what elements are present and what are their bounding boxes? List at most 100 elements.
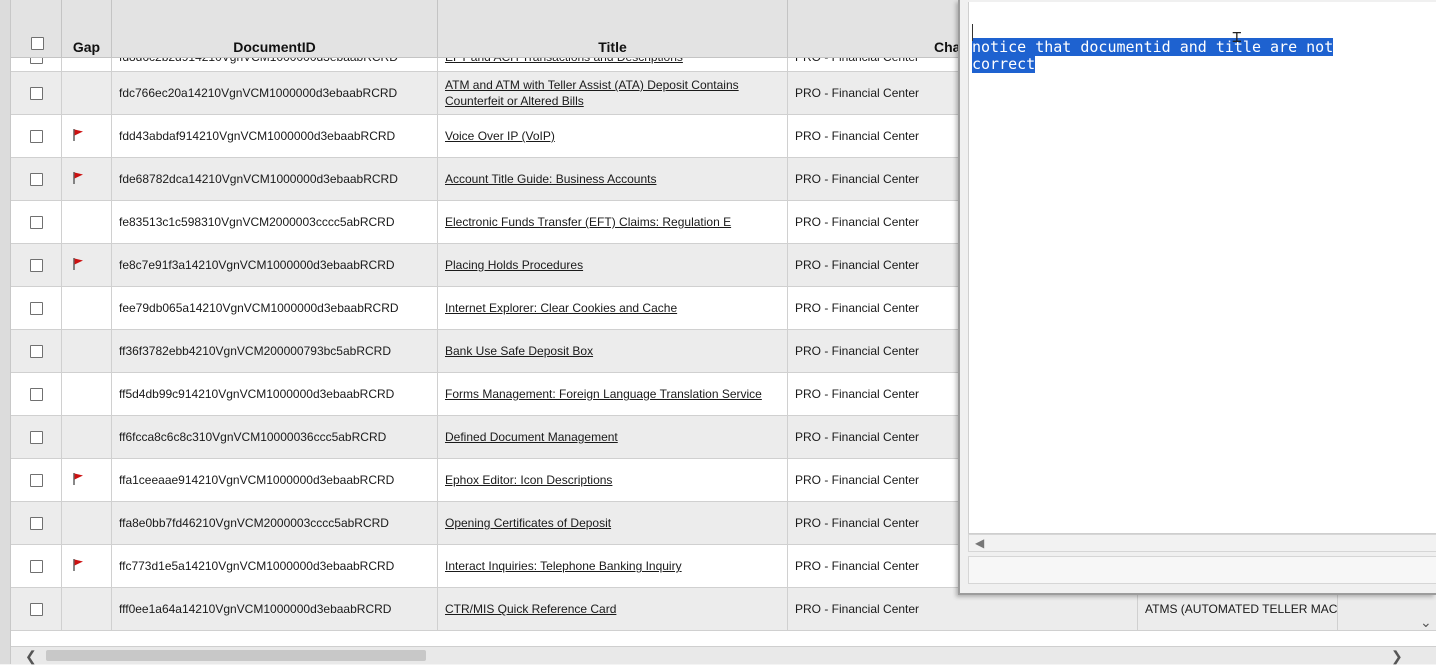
row-checkbox[interactable] [29, 301, 43, 315]
row-checkbox[interactable] [29, 215, 43, 229]
title-link[interactable]: Opening Certificates of Deposit [445, 515, 611, 531]
scrollbar-thumb[interactable] [46, 650, 426, 661]
channel-value: PRO - Financial Center [795, 215, 920, 229]
gap-cell [62, 58, 112, 71]
header-documentid-label: DocumentID [233, 39, 316, 55]
document-id: fde68782dca14210VgnVCM1000000d3ebaabRCRD [119, 172, 398, 186]
document-id-cell: fff0ee1a64a14210VgnVCM1000000d3ebaabRCRD [112, 588, 438, 630]
title-link[interactable]: Forms Management: Foreign Language Trans… [445, 386, 762, 402]
red-flag-icon [73, 129, 83, 141]
gap-cell [62, 287, 112, 329]
red-flag-icon [73, 559, 83, 571]
title-cell: CTR/MIS Quick Reference Card [438, 588, 788, 630]
document-id: ffa8e0bb7fd46210VgnVCM2000003cccc5abRCRD [119, 516, 389, 530]
document-id: ff6fcca8c6c8c310VgnVCM10000036ccc5abRCRD [119, 430, 387, 444]
title-link[interactable]: Ephox Editor: Icon Descriptions [445, 472, 612, 488]
row-checkbox[interactable] [29, 387, 43, 401]
row-select-cell [11, 416, 62, 458]
note-line-1: notice that documentid and title are not [972, 38, 1334, 56]
title-cell: Account Title Guide: Business Accounts [438, 158, 788, 200]
row-checkbox[interactable] [29, 129, 43, 143]
row-select-cell [11, 72, 62, 114]
header-title-label: Title [598, 39, 627, 55]
row-checkbox[interactable] [29, 172, 43, 186]
row-select-cell [11, 244, 62, 286]
note-textarea[interactable]: ⌶ notice that documentid and title are n… [968, 2, 1436, 534]
gap-cell [62, 459, 112, 501]
document-id-cell: ff36f3782ebb4210VgnVCM200000793bc5abRCRD [112, 330, 438, 372]
title-link[interactable]: Voice Over IP (VoIP) [445, 128, 555, 144]
select-all-checkbox[interactable] [31, 37, 44, 50]
title-link[interactable]: Electronic Funds Transfer (EFT) Claims: … [445, 214, 731, 230]
title-cell: Voice Over IP (VoIP) [438, 115, 788, 157]
row-select-cell [11, 459, 62, 501]
red-flag-icon [73, 473, 83, 485]
gap-cell [62, 201, 112, 243]
title-cell: Bank Use Safe Deposit Box [438, 330, 788, 372]
chevron-down-icon[interactable]: ⌄ [1420, 614, 1432, 631]
row-checkbox[interactable] [29, 258, 43, 272]
title-cell: Placing Holds Procedures [438, 244, 788, 286]
title-cell: Electronic Funds Transfer (EFT) Claims: … [438, 201, 788, 243]
document-id-cell: ff5d4db99c914210VgnVCM1000000d3ebaabRCRD [112, 373, 438, 415]
document-id: fe8c7e91f3a14210VgnVCM1000000d3ebaabRCRD [119, 258, 395, 272]
channel-value: PRO - Financial Center [795, 301, 920, 315]
row-checkbox[interactable] [29, 602, 43, 616]
grid-horizontal-scrollbar[interactable]: ❮ ❯ [11, 646, 1436, 664]
document-id: fff0ee1a64a14210VgnVCM1000000d3ebaabRCRD [119, 602, 392, 616]
title-link[interactable]: Bank Use Safe Deposit Box [445, 343, 593, 359]
channel-value: PRO - Financial Center [795, 430, 920, 444]
chevron-left-icon[interactable]: ◀ [975, 536, 984, 550]
row-select-cell [11, 588, 62, 630]
text-caret [972, 24, 973, 41]
title-link[interactable]: Defined Document Management [445, 429, 618, 445]
title-cell: Internet Explorer: Clear Cookies and Cac… [438, 287, 788, 329]
title-link[interactable]: CTR/MIS Quick Reference Card [445, 601, 616, 617]
title-cell: EFT and ACH Transactions and Description… [438, 58, 788, 71]
row-select-cell [11, 545, 62, 587]
row-checkbox[interactable] [29, 86, 43, 100]
row-select-cell [11, 373, 62, 415]
gap-cell [62, 115, 112, 157]
title-cell: Interact Inquiries: Telephone Banking In… [438, 545, 788, 587]
gap-cell [62, 588, 112, 630]
row-checkbox[interactable] [29, 430, 43, 444]
channel-value: PRO - Financial Center [795, 172, 920, 186]
document-id: fd8d6c2b2d914210VgnVCM1000000d3ebaabRCRD [119, 58, 398, 64]
row-select-cell [11, 502, 62, 544]
title-link[interactable]: Interact Inquiries: Telephone Banking In… [445, 558, 682, 574]
document-id-cell: ff6fcca8c6c8c310VgnVCM10000036ccc5abRCRD [112, 416, 438, 458]
document-id: ffa1ceeaae914210VgnVCM1000000d3ebaabRCRD [119, 473, 395, 487]
channel-value: PRO - Financial Center [795, 516, 920, 530]
row-checkbox[interactable] [29, 516, 43, 530]
note-horizontal-scrollbar[interactable]: ◀ [968, 534, 1436, 552]
header-documentid[interactable]: DocumentID [112, 0, 438, 58]
row-checkbox[interactable] [29, 473, 43, 487]
channel-value: PRO - Financial Center [795, 559, 920, 573]
gap-cell [62, 545, 112, 587]
title-link[interactable]: Placing Holds Procedures [445, 257, 583, 273]
red-flag-icon [73, 258, 83, 270]
chevron-left-icon[interactable]: ❮ [25, 648, 37, 665]
header-title[interactable]: Title [438, 0, 788, 58]
row-select-cell [11, 201, 62, 243]
row-checkbox[interactable] [29, 344, 43, 358]
title-link[interactable]: ATM and ATM with Teller Assist (ATA) Dep… [445, 77, 781, 109]
title-cell: Ephox Editor: Icon Descriptions [438, 459, 788, 501]
row-checkbox[interactable] [29, 58, 43, 64]
document-id-cell: fd8d6c2b2d914210VgnVCM1000000d3ebaabRCRD [112, 58, 438, 71]
header-gap[interactable]: Gap [62, 0, 112, 58]
document-id-cell: fe83513c1c598310VgnVCM2000003cccc5abRCRD [112, 201, 438, 243]
chevron-right-icon[interactable]: ❯ [1391, 648, 1403, 665]
title-cell: Defined Document Management [438, 416, 788, 458]
column-6-value: ATMS (AUTOMATED TELLER MAC [1145, 602, 1338, 616]
title-link[interactable]: Account Title Guide: Business Accounts [445, 171, 656, 187]
row-checkbox[interactable] [29, 559, 43, 573]
text-cursor-icon: ⌶ [1232, 27, 1242, 46]
document-id: fe83513c1c598310VgnVCM2000003cccc5abRCRD [119, 215, 395, 229]
title-cell: Opening Certificates of Deposit [438, 502, 788, 544]
row-select-cell [11, 115, 62, 157]
document-id: ffc773d1e5a14210VgnVCM1000000d3ebaabRCRD [119, 559, 395, 573]
title-link[interactable]: EFT and ACH Transactions and Description… [445, 58, 683, 65]
title-link[interactable]: Internet Explorer: Clear Cookies and Cac… [445, 300, 677, 316]
